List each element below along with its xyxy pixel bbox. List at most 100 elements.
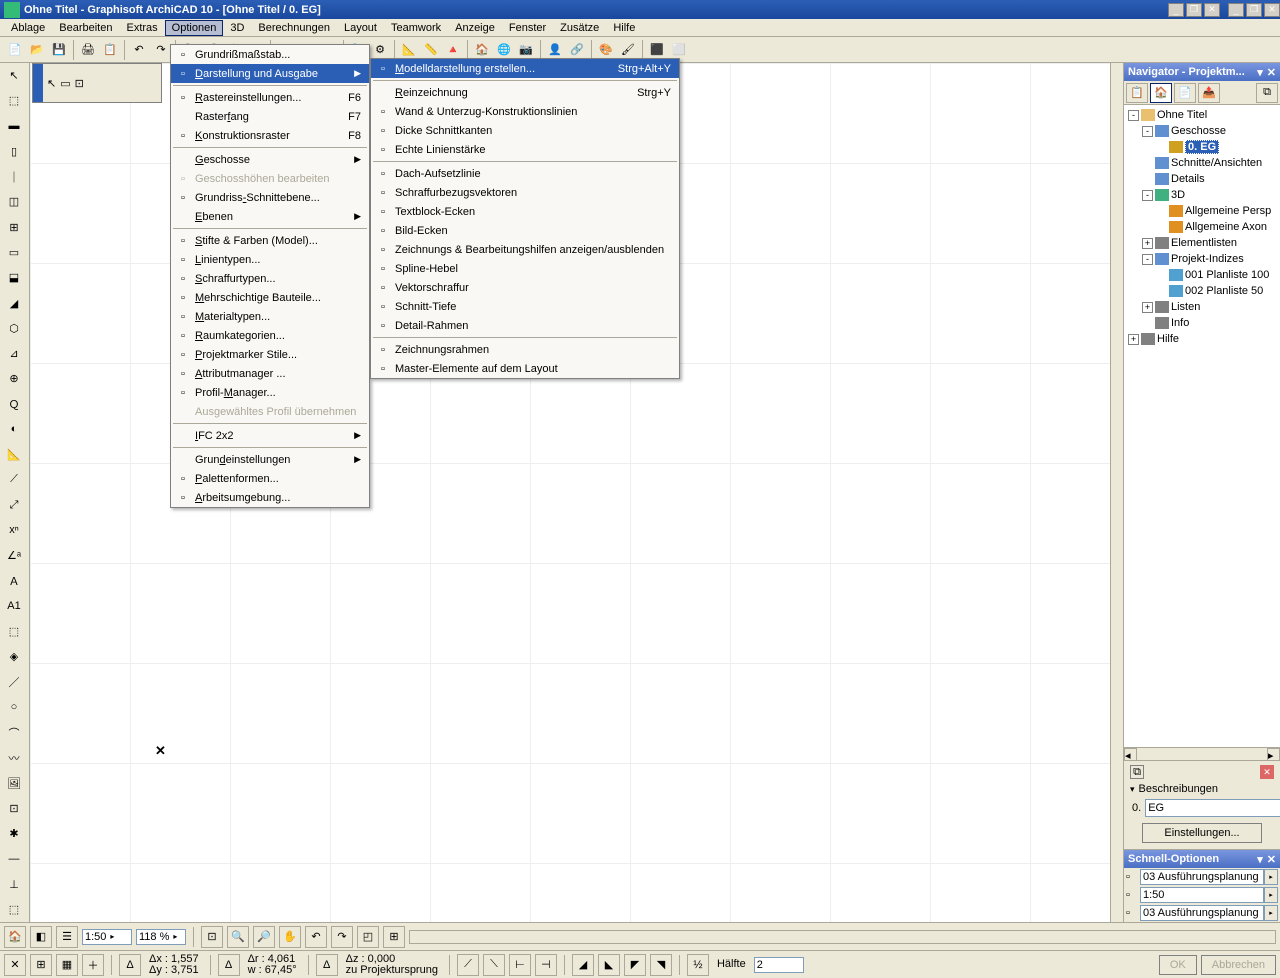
zoom-fit-icon[interactable]: ⊡ [201, 926, 223, 948]
tool-button[interactable]: ◐ [0, 417, 28, 442]
child-restore-button[interactable]: ❐ [1246, 3, 1262, 17]
tool-button[interactable]: ⬚ [0, 619, 28, 644]
menu-item[interactable]: RasterfangF7 [171, 107, 369, 126]
tool-button[interactable]: ▬ [0, 114, 28, 139]
menu-teamwork[interactable]: Teamwork [384, 20, 448, 36]
snap1-icon[interactable]: ⟋ [457, 954, 479, 976]
half-input[interactable] [754, 957, 804, 973]
menu-item[interactable]: ▫Bild-Ecken [371, 221, 679, 240]
tree-expand-icon[interactable]: - [1142, 190, 1153, 201]
nav-view-button[interactable]: 🏠 [1150, 83, 1172, 103]
coord-plus-icon[interactable]: ＋ [82, 954, 104, 976]
menu-berechnungen[interactable]: Berechnungen [251, 20, 337, 36]
menu-item[interactable]: ▫Wand & Unterzug-Konstruktionslinien [371, 102, 679, 121]
tool-button[interactable]: ○ [0, 695, 28, 720]
nav-publisher-button[interactable]: 📤 [1198, 83, 1220, 103]
menu-item[interactable]: ▫Schraffurtypen... [171, 269, 369, 288]
tree-expand-icon[interactable]: - [1142, 254, 1153, 265]
tree-item[interactable]: 002 Planliste 50 [1126, 283, 1278, 299]
menu-item[interactable]: Grundeinstellungen▶ [171, 450, 369, 469]
menu-item[interactable]: ▫Modelldarstellung erstellen...Strg+Alt+… [371, 59, 679, 78]
tool-button[interactable]: ／ [0, 669, 28, 694]
toolbar-button[interactable]: ↷ [150, 39, 172, 61]
tree-expand-icon[interactable]: - [1142, 126, 1153, 137]
menu-item[interactable]: ▫Arbeitsumgebung... [171, 488, 369, 507]
menu-item[interactable]: ▫Schraffurbezugsvektoren [371, 183, 679, 202]
ok-button[interactable]: OK [1159, 955, 1197, 975]
menu-item[interactable]: ▫Palettenformen... [171, 469, 369, 488]
menu-item[interactable]: ▫Dach-Aufsetzlinie [371, 164, 679, 183]
menu-item[interactable]: ▫Darstellung und Ausgabe▶ [171, 64, 369, 83]
toolbar-button[interactable]: ↶ [128, 39, 150, 61]
view-list-icon[interactable]: ☰ [56, 926, 78, 948]
toolbar-button[interactable]: 📋 [99, 39, 121, 61]
menu-item[interactable]: ▫Schnitt-Tiefe [371, 297, 679, 316]
nav-layout-button[interactable]: 📄 [1174, 83, 1196, 103]
tree-item[interactable]: Allgemeine Persp [1126, 203, 1278, 219]
desc-close-icon[interactable]: ✕ [1260, 765, 1274, 779]
snap2-icon[interactable]: ⟍ [483, 954, 505, 976]
tool-button[interactable]: xⁿ [0, 518, 28, 543]
menu-item[interactable]: ▫Rastereinstellungen...F6 [171, 88, 369, 107]
grid-toggle-icon[interactable]: ▦ [56, 954, 78, 976]
navigator-tree[interactable]: -Ohne Titel-Geschosse0. EGSchnitte/Ansic… [1124, 105, 1280, 747]
menu-item[interactable]: ▫Grundrißmaßstab... [171, 45, 369, 64]
menu-item[interactable]: Ebenen▶ [171, 207, 369, 226]
toolbar-button[interactable]: 📂 [26, 39, 48, 61]
tree-item[interactable]: -Geschosse [1126, 123, 1278, 139]
menu-item[interactable]: ▫KonstruktionsrasterF8 [171, 126, 369, 145]
hscrollbar[interactable] [409, 930, 1276, 944]
origin-icon[interactable]: ✕ [4, 954, 26, 976]
toolbar-button[interactable]: 💾 [48, 39, 70, 61]
menu-item[interactable]: ▫Zeichnungs & Bearbeitungshilfen anzeige… [371, 240, 679, 259]
floor-name-input[interactable] [1145, 799, 1280, 817]
tool-button[interactable]: — [0, 846, 28, 871]
menu-item[interactable]: ▫Master-Elemente auf dem Layout [371, 359, 679, 378]
tree-item[interactable]: +Elementlisten [1126, 235, 1278, 251]
half-icon[interactable]: ½ [687, 954, 709, 976]
tool-button[interactable]: Ａ [0, 568, 28, 593]
tree-item[interactable]: Schnitte/Ansichten [1126, 155, 1278, 171]
desc-collapse-icon[interactable]: ▾ [1130, 784, 1135, 795]
tool-button[interactable]: ⟋ [0, 467, 28, 492]
tool-button[interactable]: ⬚ [0, 88, 28, 113]
menu-layout[interactable]: Layout [337, 20, 384, 36]
menu-item[interactable]: ▫Raumkategorien... [171, 326, 369, 345]
nav-settings-button[interactable]: ⧉ [1256, 83, 1278, 103]
navigator-options-icon[interactable]: ▾ [1257, 66, 1263, 79]
grid-snap-icon[interactable]: ⊞ [30, 954, 52, 976]
tool-button[interactable]: Ｑ [0, 391, 28, 416]
tree-item[interactable]: +Listen [1126, 299, 1278, 315]
menu-item[interactable]: ▫Vektorschraffur [371, 278, 679, 297]
quickopt-row[interactable]: ▫03 Ausführungsplanung▸ [1124, 868, 1280, 886]
child-close-button[interactable]: ✕ [1264, 3, 1280, 17]
edge3-icon[interactable]: ◤ [624, 954, 646, 976]
tool-button[interactable]: ⊿ [0, 341, 28, 366]
zoom-field[interactable]: 118 %▸ [136, 929, 186, 945]
tool-button[interactable]: 📐 [0, 442, 28, 467]
close-button[interactable]: ✕ [1204, 3, 1220, 17]
zoom-window-icon[interactable]: ◰ [357, 926, 379, 948]
settings-button[interactable]: Einstellungen... [1142, 823, 1262, 843]
zoom-prev-icon[interactable]: ↶ [305, 926, 327, 948]
nav-project-button[interactable]: 📋 [1126, 83, 1148, 103]
quickopt-dropdown-icon[interactable]: ▸ [1264, 887, 1278, 903]
menu-item[interactable]: Geschosse▶ [171, 150, 369, 169]
zoom-next-icon[interactable]: ↷ [331, 926, 353, 948]
polar-icon[interactable]: Δ [218, 954, 240, 976]
pan-icon[interactable]: ✋ [279, 926, 301, 948]
tool-button[interactable]: ▭ [0, 240, 28, 265]
tree-expand-icon[interactable]: + [1142, 302, 1153, 313]
menu-item[interactable]: ▫Projektmarker Stile... [171, 345, 369, 364]
menu-bearbeiten[interactable]: Bearbeiten [52, 20, 119, 36]
tree-expand-icon[interactable]: + [1128, 334, 1139, 345]
quickopt-row[interactable]: ▫1:50▸ [1124, 886, 1280, 904]
toolbar-button[interactable]: 📄 [4, 39, 26, 61]
tool-button[interactable]: A1 [0, 594, 28, 619]
zoom-in-icon[interactable]: 🔍 [227, 926, 249, 948]
tool-button[interactable]: 〰 [0, 745, 28, 770]
menu-item[interactable]: ▫Dicke Schnittkanten [371, 121, 679, 140]
tool-button[interactable]: ⊕ [0, 366, 28, 391]
menu-hilfe[interactable]: Hilfe [606, 20, 642, 36]
delta-icon[interactable]: Δ [119, 954, 141, 976]
